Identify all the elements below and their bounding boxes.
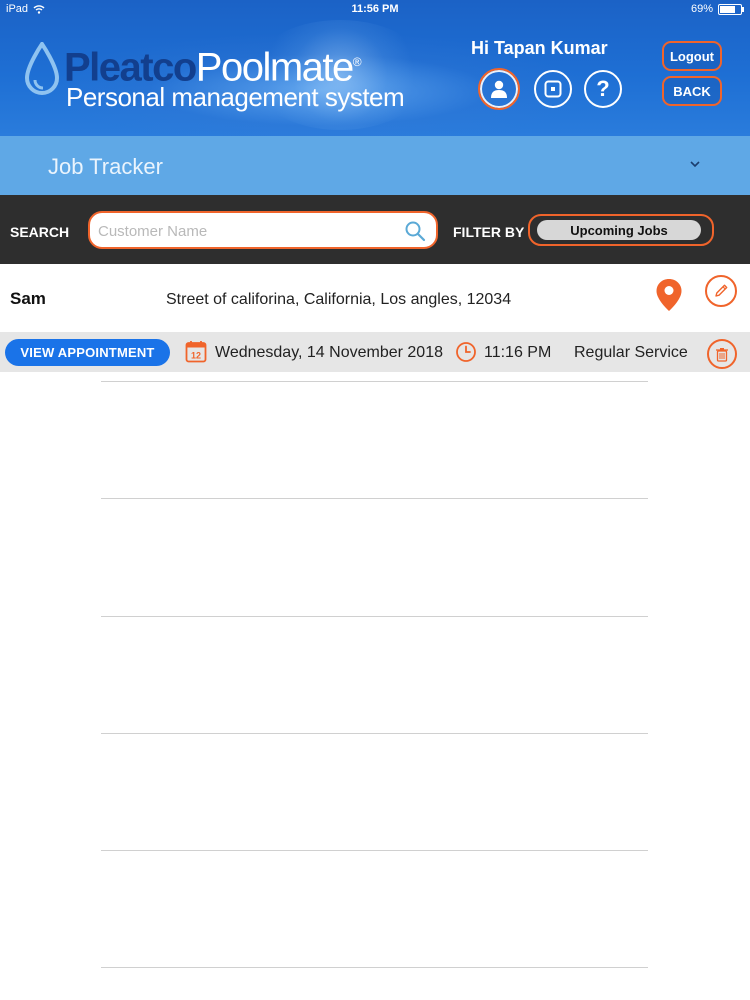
search-bar: SEARCH FILTER BY Upcoming Jobs [0,195,750,264]
logo-subtitle: Personal management system [66,82,405,112]
help-icon: ? [596,76,610,101]
map-pin-icon[interactable] [655,278,683,312]
list-divider [101,381,648,382]
status-bar: iPad 11:56 PM 69% [0,0,750,20]
list-divider [101,733,648,734]
delete-button[interactable] [707,339,737,369]
battery-percent: 69% [690,3,713,15]
search-field-container[interactable] [88,211,438,249]
logout-button[interactable]: Logout [662,41,722,71]
filter-dropdown[interactable]: Upcoming Jobs [528,214,714,246]
appointment-time: 11:16 PM [484,344,552,361]
battery-icon [718,3,744,15]
list-divider [101,616,648,617]
status-right: 69% [690,3,744,15]
appointment-date: Wednesday, 14 November 2018 [215,344,443,361]
back-button[interactable]: BACK [662,76,722,106]
chevron-down-icon[interactable] [688,158,702,170]
clock-icon [456,342,476,362]
battery-fill [720,5,736,13]
search-label: SEARCH [10,224,70,240]
list-divider [101,498,648,499]
title-bar[interactable]: Job Tracker [0,136,750,195]
box-icon [544,80,562,98]
calendar-icon: 12 [185,341,207,363]
calendar-day-number: 12 [191,351,201,361]
registered-mark: ® [352,55,362,69]
filter-selected-value[interactable]: Upcoming Jobs [537,220,701,240]
list-divider [101,850,648,851]
job-row: Sam Street of califorina, California, Lo… [0,264,750,332]
customer-name: Sam [10,289,46,308]
search-icon[interactable] [404,220,426,242]
filter-label: FILTER BY [453,224,525,240]
appointment-row: VIEW APPOINTMENT 12 Wednesday, 14 Novemb… [0,332,750,372]
list-divider [101,967,648,968]
status-time: 11:56 PM [351,3,399,15]
pencil-icon [715,284,728,297]
search-input[interactable] [96,213,400,249]
greeting-text: Hi Tapan Kumar [471,38,608,58]
water-drop-logo-icon [24,42,60,95]
page-title: Job Tracker [48,154,163,179]
view-appointment-button[interactable]: VIEW APPOINTMENT [5,339,170,366]
settings-box-button[interactable] [534,70,572,108]
profile-button[interactable] [478,68,520,110]
user-icon [491,80,507,98]
edit-button[interactable] [705,275,737,307]
trash-icon [716,347,728,362]
app-header: PleatcoPoolmate® Personal management sys… [0,0,750,136]
help-button[interactable]: ? [584,70,622,108]
service-type: Regular Service [574,344,688,361]
customer-address: Street of califorina, California, Los an… [166,291,512,308]
